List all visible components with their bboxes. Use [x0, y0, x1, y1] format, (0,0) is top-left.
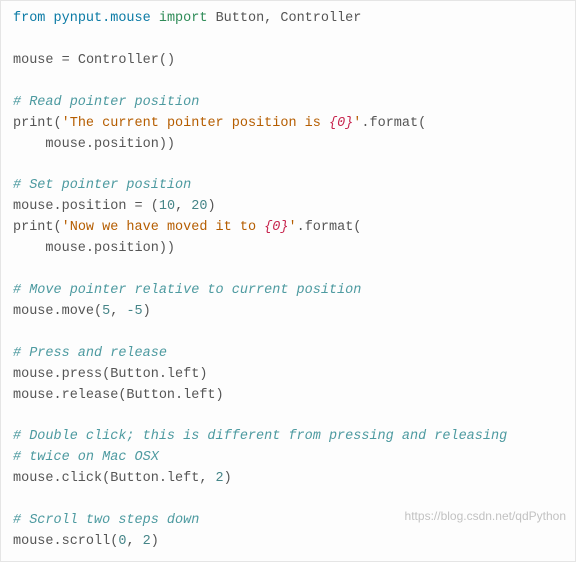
line-3: mouse = Controller()	[13, 53, 175, 68]
keyword-from: from	[13, 11, 45, 26]
line-18: mouse.press(Button.left)	[13, 367, 207, 382]
line-21: # Double click; this is different from p…	[13, 429, 507, 444]
line-15: mouse.move(5, -5)	[13, 304, 151, 319]
line-26: mouse.scroll(0, 2)	[13, 534, 159, 549]
line-22: # twice on Mac OSX	[13, 450, 159, 465]
line-12: mouse.position))	[13, 241, 175, 256]
line-6: print('The current pointer position is {…	[13, 116, 426, 131]
line-7: mouse.position))	[13, 137, 175, 152]
import-names: Button, Controller	[216, 11, 362, 26]
line-11: print('Now we have moved it to {0}'.form…	[13, 220, 361, 235]
line-5: # Read pointer position	[13, 95, 199, 110]
line-25: # Scroll two steps down	[13, 513, 199, 528]
keyword-import: import	[159, 11, 208, 26]
line-10: mouse.position = (10, 20)	[13, 199, 216, 214]
line-19: mouse.release(Button.left)	[13, 388, 224, 403]
line-17: # Press and release	[13, 346, 167, 361]
line-23: mouse.click(Button.left, 2)	[13, 471, 232, 486]
line-14: # Move pointer relative to current posit…	[13, 283, 361, 298]
line-9: # Set pointer position	[13, 178, 191, 193]
module-name: pynput.mouse	[54, 11, 151, 26]
line-1: from pynput.mouse import Button, Control…	[13, 11, 361, 26]
code-block: from pynput.mouse import Button, Control…	[0, 0, 576, 562]
